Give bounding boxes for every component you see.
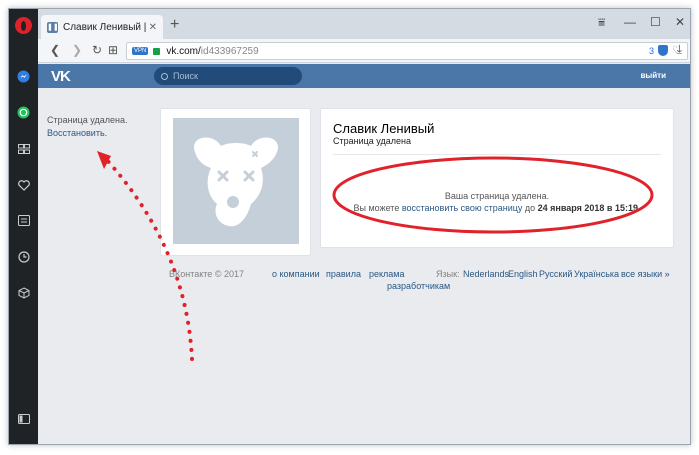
sidebar-toggle-icon[interactable] (9, 407, 38, 431)
messenger-icon[interactable] (9, 64, 38, 88)
deleted-message-title: Ваша страница удалена. (444, 191, 550, 201)
history-icon[interactable] (9, 245, 38, 269)
address-toolbar: ❮ ❯ ↻ ⊞ VPN vk.com/id433967259 3 ♡ ⤓ (38, 39, 690, 63)
divider (333, 154, 661, 155)
news-icon[interactable] (9, 208, 38, 232)
footer-link-developers[interactable]: разработчикам (387, 281, 450, 291)
lang-english[interactable]: English (508, 269, 538, 279)
restore-page-link[interactable]: восстановить свою страницу (402, 203, 523, 213)
tab-vk-profile[interactable]: ❚❚ Славик Ленивый | ВКонтакте ✕ (41, 15, 163, 39)
profile-status: Страница удалена (333, 136, 411, 146)
adblock-count: 3 (649, 45, 655, 56)
adblock-shield-icon[interactable] (658, 45, 669, 56)
forward-icon[interactable]: ❯ (72, 43, 82, 57)
left-status-panel: Страница удалена. Восстановить. (47, 114, 127, 140)
reload-icon[interactable]: ↻ (92, 43, 102, 57)
close-window-icon[interactable]: ✕ (675, 15, 685, 29)
lang-ukrainian[interactable]: Українська (574, 269, 619, 279)
lock-icon[interactable] (153, 47, 161, 55)
footer-link-rules[interactable]: правила (326, 269, 361, 279)
logout-link[interactable]: выйти (640, 71, 666, 80)
url-path: id433967259 (200, 45, 259, 57)
url-host: vk.com/ (166, 45, 201, 57)
arrow-head (97, 151, 111, 169)
lang-russian[interactable]: Русский (539, 269, 572, 279)
deleted-message-line: Вы можете восстановить свою страницу до … (321, 203, 673, 213)
restore-link[interactable]: Восстановить. (47, 127, 127, 140)
browser-window: ❚❚ Славик Ленивый | ВКонтакте ✕ + ⩸ — ☐ … (8, 8, 691, 445)
vpn-badge[interactable]: VPN (132, 47, 149, 55)
tab-bar: ❚❚ Славик Ленивый | ВКонтакте ✕ + ⩸ — ☐ … (38, 9, 690, 39)
url-field[interactable]: VPN vk.com/id433967259 3 ♡ (126, 42, 688, 60)
vk-logo[interactable]: VK (51, 68, 71, 85)
tab-menu-icon[interactable]: ⩸ (598, 15, 605, 30)
language-label: Язык: (436, 269, 460, 279)
search-icon (161, 72, 168, 80)
deadline-date: 24 января 2018 в 15:19 (537, 203, 638, 213)
speed-dial-grid-icon[interactable]: ⊞ (108, 43, 118, 57)
maximize-icon[interactable]: ☐ (650, 15, 661, 29)
extensions-cube-icon[interactable] (9, 281, 38, 305)
lang-all[interactable]: все языки » (621, 269, 670, 279)
speed-dial-icon[interactable] (9, 137, 38, 161)
deleted-prefix: Вы можете (353, 203, 402, 213)
avatar-card (160, 108, 311, 256)
pause-icon: ❚❚ (47, 21, 59, 33)
minimize-icon[interactable]: — (624, 15, 636, 29)
vk-search-box[interactable] (154, 67, 302, 85)
copyright: ВКонтакте © 2017 (169, 269, 244, 279)
search-input[interactable] (173, 71, 283, 81)
tab-title: Славик Ленивый | ВКонтакте (63, 21, 146, 33)
back-icon[interactable]: ❮ (50, 43, 60, 57)
footer-link-ads[interactable]: реклама (369, 269, 405, 279)
opera-icon[interactable] (15, 17, 32, 34)
deleted-status-text: Страница удалена. (47, 115, 128, 125)
whatsapp-icon[interactable] (9, 100, 38, 124)
download-icon[interactable]: ⤓ (677, 42, 682, 57)
profile-info-card: Славик Ленивый Страница удалена Ваша стр… (320, 108, 674, 248)
deleted-avatar (173, 118, 299, 244)
opera-sidebar (9, 9, 38, 444)
deleted-dog-icon (194, 137, 278, 227)
deleted-mid: до (522, 203, 538, 213)
vk-header: VK выйти (38, 64, 690, 88)
lang-nederlands[interactable]: Nederlands (463, 269, 509, 279)
close-tab-icon[interactable]: ✕ (149, 22, 157, 33)
profile-name: Славик Ленивый (333, 121, 435, 136)
bookmarks-heart-icon[interactable] (9, 173, 38, 197)
deleted-end: . (637, 203, 641, 213)
new-tab-icon[interactable]: + (170, 16, 179, 34)
footer-link-about[interactable]: о компании (272, 269, 320, 279)
